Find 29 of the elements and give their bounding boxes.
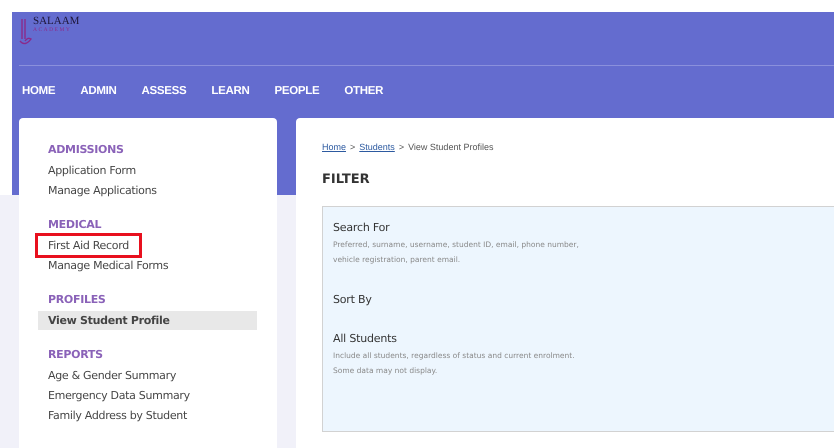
sidebar-item[interactable]: First Aid Record [38,236,139,255]
field-label: All Students [333,332,398,345]
section-heading: ADMISSIONS [48,143,125,156]
field-label: Sort By [333,293,373,306]
sidebar-item[interactable]: Emergency Data Summary [38,386,200,405]
sidebar-item[interactable]: Age & Gender Summary [38,366,186,385]
section-heading: MEDICAL [48,218,102,231]
breadcrumb-separator: > [398,142,404,152]
logo-name: SALAAM [33,15,80,27]
nav-link[interactable]: ASSESS [142,85,186,97]
nav-link[interactable]: OTHER [344,85,384,97]
sidebar-item[interactable]: Application Form [38,161,146,180]
section-heading: PROFILES [48,293,107,306]
field-label: Search For [333,221,391,234]
nav-link[interactable]: HOME [22,85,56,97]
breadcrumb-link[interactable]: Home [322,142,346,152]
breadcrumb-current: View Student Profiles [408,142,494,152]
section-heading: REPORTS [48,348,104,361]
sidebar-item[interactable]: Manage Medical Forms [38,256,178,275]
sidebar-item[interactable]: View Student Profile [38,311,257,330]
filter-title: FILTER [322,172,371,187]
sidebar-item[interactable]: Manage Applications [38,181,167,200]
nav-link[interactable]: ADMIN [80,85,117,97]
breadcrumb-separator: > [350,142,356,152]
nav-link[interactable]: LEARN [211,85,250,97]
nav-link[interactable]: PEOPLE [274,85,320,97]
logo-icon [19,17,33,47]
sidebar-item[interactable]: Family Address by Student [38,406,197,425]
breadcrumb-link[interactable]: Students [359,142,395,152]
